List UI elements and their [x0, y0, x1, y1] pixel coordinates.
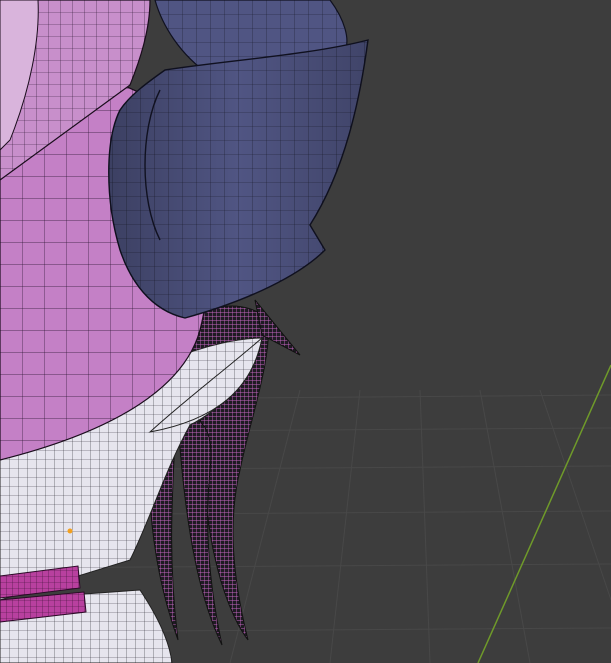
collar-mesh	[0, 565, 87, 623]
horn-mesh	[108, 0, 369, 319]
selected-vertex	[67, 528, 73, 534]
viewport-canvas[interactable]	[0, 0, 611, 663]
3d-viewport[interactable]	[0, 0, 611, 663]
y-axis-line	[477, 364, 611, 663]
